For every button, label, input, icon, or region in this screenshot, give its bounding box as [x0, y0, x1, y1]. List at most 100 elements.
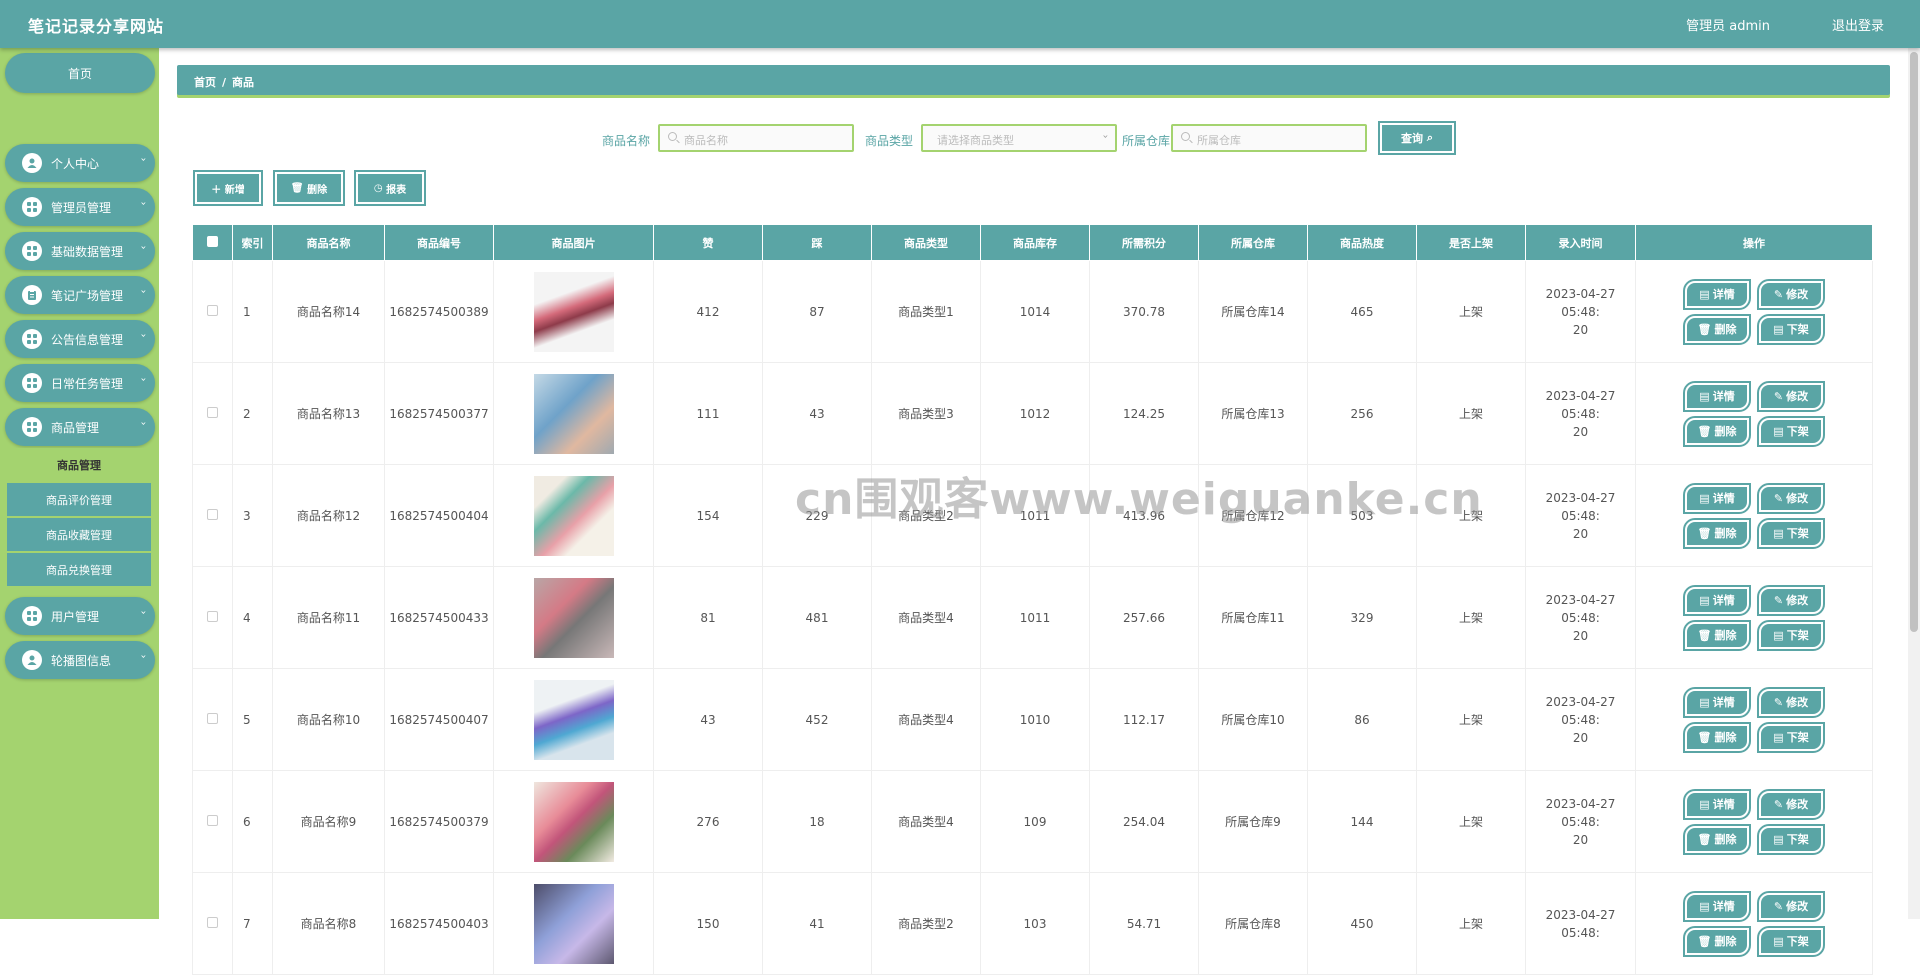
submenu-item-1[interactable]: 商品管理 [7, 448, 151, 482]
sidebar-item-3[interactable]: 基础数据管理 › [5, 232, 155, 270]
row-checkbox[interactable] [207, 406, 218, 418]
type-select-placeholder: 请选择商品类型 [937, 134, 1014, 147]
sidebar-item-5[interactable]: 公告信息管理 › [5, 320, 155, 358]
row-actions: ▤ 详情 ✎ 修改 🗑 删除 ▤ 下架 [1636, 890, 1872, 957]
warehouse-search-input[interactable]: 所属仓库 [1171, 124, 1367, 152]
offsale-button[interactable]: ▤ 下架 [1757, 619, 1825, 651]
edit-button[interactable]: ✎ 修改 [1757, 788, 1825, 820]
scrollbar-thumb[interactable] [1910, 52, 1918, 632]
product-name-cell: 商品名称9 [272, 770, 385, 873]
edit-button[interactable]: ✎ 修改 [1757, 278, 1825, 310]
edit-button[interactable]: ✎ 修改 [1757, 890, 1825, 922]
row-select-cell[interactable] [192, 770, 233, 873]
row-actions: ▤ 详情 ✎ 修改 🗑 删除 ▤ 下架 [1636, 584, 1872, 651]
row-delete-button[interactable]: 🗑 删除 [1683, 721, 1751, 753]
chevron-down-icon: › [137, 157, 149, 162]
select-all-header[interactable] [192, 224, 233, 261]
offsale-button[interactable]: ▤ 下架 [1757, 517, 1825, 549]
row-delete-button[interactable]: 🗑 删除 [1683, 313, 1751, 345]
detail-button[interactable]: ▤ 详情 [1683, 584, 1751, 616]
sidebar-item-1[interactable]: 个人中心 › [5, 144, 155, 182]
offsale-button[interactable]: ▤ 下架 [1757, 823, 1825, 855]
row-delete-button[interactable]: 🗑 删除 [1683, 823, 1751, 855]
submenu-item-2[interactable]: 商品评价管理 [7, 483, 151, 517]
points-cell: 112.17 [1089, 668, 1199, 771]
document-icon: ▤ [1773, 832, 1784, 846]
add-button[interactable]: ＋ 新增 [193, 170, 263, 206]
row-delete-button[interactable]: 🗑 删除 [1683, 415, 1751, 447]
sidebar-item-2[interactable]: 管理员管理 › [5, 188, 155, 226]
name-search-input[interactable]: 商品名称 [658, 124, 854, 152]
pencil-icon: ✎ [1773, 491, 1784, 505]
dislike-count-cell: 229 [762, 464, 872, 567]
row-checkbox[interactable] [207, 916, 218, 928]
warehouse-search-label: 所属仓库 [1122, 134, 1171, 148]
row-delete-button[interactable]: 🗑 删除 [1683, 925, 1751, 957]
sidebar-item-7[interactable]: 商品管理 › [5, 408, 155, 446]
table-row: 4 商品名称11 1682574500433 81 481 商品类型4 1011 257.66… [192, 566, 1873, 669]
row-checkbox[interactable] [207, 610, 218, 622]
detail-button[interactable]: ▤ 详情 [1683, 788, 1751, 820]
offsale-button[interactable]: ▤ 下架 [1757, 721, 1825, 753]
trash-icon: 🗑 [1697, 628, 1712, 642]
pencil-icon: ✎ [1773, 797, 1784, 811]
row-select-cell[interactable] [192, 872, 233, 975]
select-all-checkbox[interactable] [207, 235, 218, 247]
row-select-cell[interactable] [192, 668, 233, 771]
submenu-item-3[interactable]: 商品收藏管理 [7, 518, 151, 552]
warehouse-cell: 所属仓库8 [1198, 872, 1308, 975]
clock-icon: ◷ [373, 182, 383, 194]
index-cell: 6 [232, 770, 273, 873]
delete-button-label: 删除 [307, 184, 328, 196]
stock-cell: 1014 [980, 260, 1090, 363]
sidebar-item-4[interactable]: 笔记广场管理 › [5, 276, 155, 314]
edit-button[interactable]: ✎ 修改 [1757, 686, 1825, 718]
row-select-cell[interactable] [192, 464, 233, 567]
sidebar-item-home[interactable]: 首页 [5, 53, 155, 93]
column-header-12: 是否上架 [1416, 224, 1526, 261]
detail-button[interactable]: ▤ 详情 [1683, 380, 1751, 412]
row-select-cell[interactable] [192, 566, 233, 669]
document-icon: ▤ [1699, 287, 1710, 301]
product-code-cell: 1682574500377 [384, 362, 494, 465]
page-scrollbar[interactable] [1908, 48, 1920, 919]
add-button-label: 新增 [224, 184, 245, 196]
breadcrumb-home[interactable]: 首页 [194, 76, 216, 89]
detail-button[interactable]: ▤ 详情 [1683, 278, 1751, 310]
logout-link[interactable]: 退出登录 [1832, 15, 1884, 34]
submenu-item-4[interactable]: 商品兑换管理 [7, 553, 151, 587]
delete-button[interactable]: 🗑 删除 [273, 170, 345, 206]
row-delete-button[interactable]: 🗑 删除 [1683, 517, 1751, 549]
offsale-button[interactable]: ▤ 下架 [1757, 313, 1825, 345]
row-select-cell[interactable] [192, 362, 233, 465]
query-button[interactable]: 查询 ⌕ [1378, 121, 1456, 155]
report-button[interactable]: ◷ 报表 [354, 170, 426, 206]
edit-button[interactable]: ✎ 修改 [1757, 380, 1825, 412]
detail-button[interactable]: ▤ 详情 [1683, 890, 1751, 922]
row-delete-button[interactable]: 🗑 删除 [1683, 619, 1751, 651]
sidebar-item-6[interactable]: 日常任务管理 › [5, 364, 155, 402]
sidebar-item-label: 商品管理 [51, 421, 100, 435]
edit-button[interactable]: ✎ 修改 [1757, 584, 1825, 616]
column-header-1: 索引 [232, 224, 273, 261]
detail-button[interactable]: ▤ 详情 [1683, 686, 1751, 718]
detail-button[interactable]: ▤ 详情 [1683, 482, 1751, 514]
sidebar-item-label: 用户管理 [51, 610, 100, 624]
sidebar-item-9[interactable]: 轮播图信息 › [5, 641, 155, 679]
offsale-button[interactable]: ▤ 下架 [1757, 415, 1825, 447]
edit-button[interactable]: ✎ 修改 [1757, 482, 1825, 514]
offsale-button[interactable]: ▤ 下架 [1757, 925, 1825, 957]
breadcrumb: 首页 / 商品 [177, 65, 1890, 95]
entry-time: 2023-04-27 05:48: 20 [1545, 490, 1616, 541]
product-code-cell: 1682574500389 [384, 260, 494, 363]
row-select-cell[interactable] [192, 260, 233, 363]
chevron-down-icon: › [137, 377, 149, 382]
row-checkbox[interactable] [207, 508, 218, 520]
product-code-cell: 1682574500404 [384, 464, 494, 567]
type-select[interactable]: 请选择商品类型 › [921, 124, 1117, 152]
row-checkbox[interactable] [207, 304, 218, 316]
row-checkbox[interactable] [207, 814, 218, 826]
row-checkbox[interactable] [207, 712, 218, 724]
sidebar-item-8[interactable]: 用户管理 › [5, 597, 155, 635]
like-count-cell: 154 [653, 464, 763, 567]
